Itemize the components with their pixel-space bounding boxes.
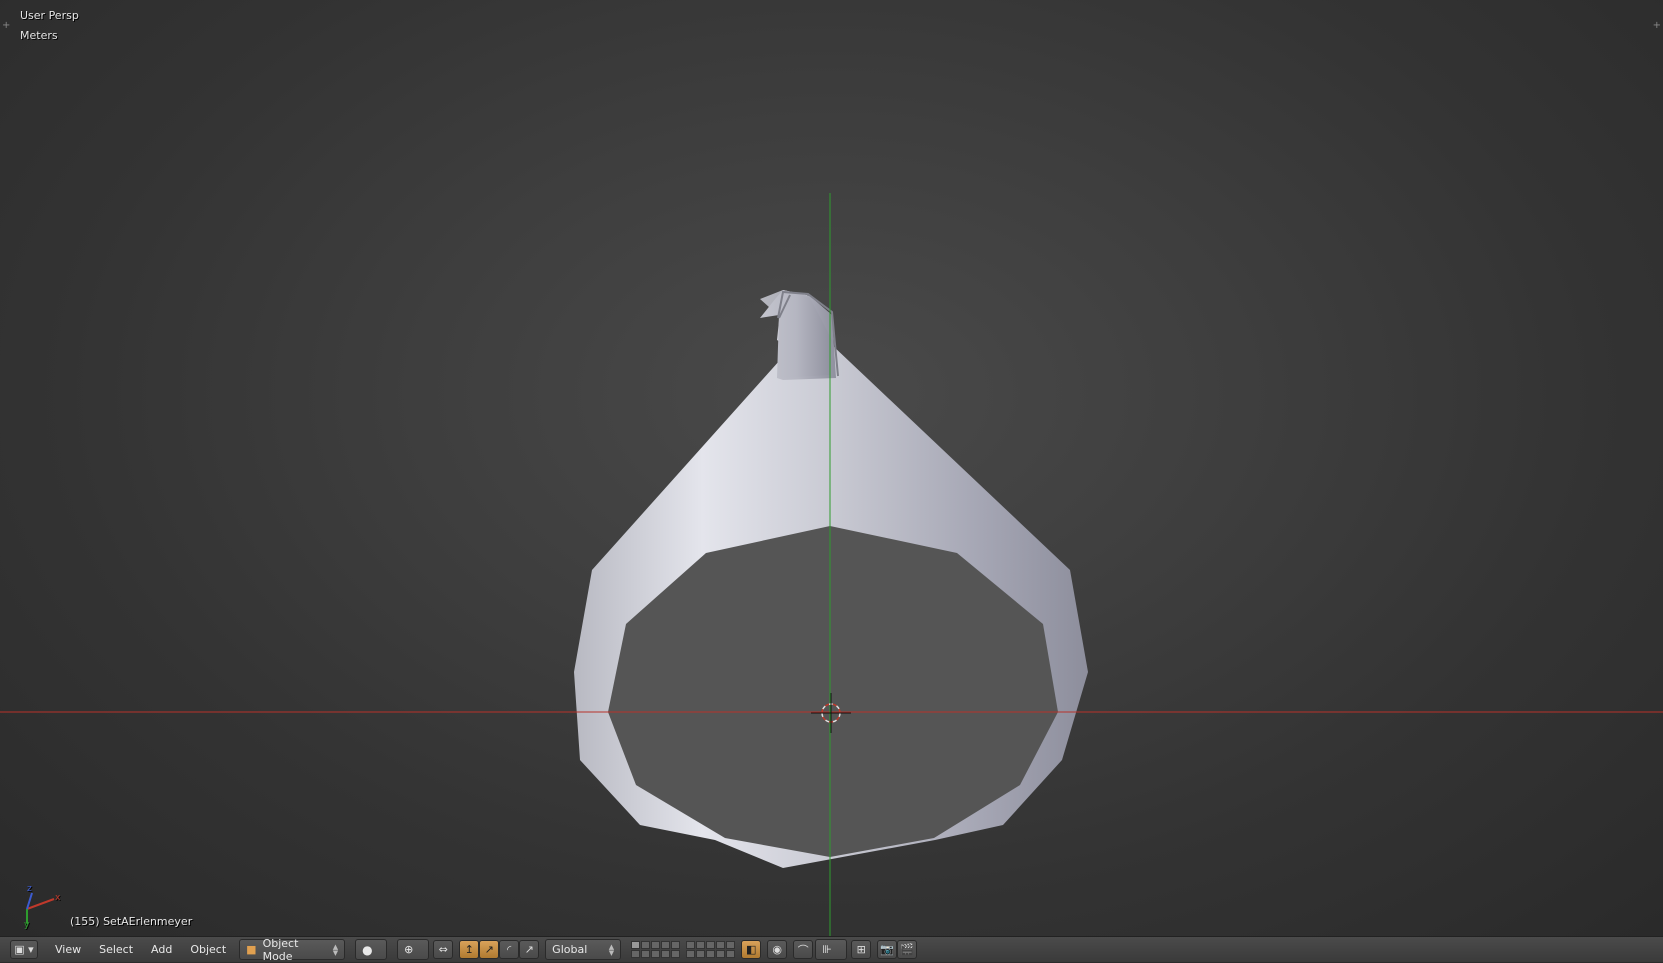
proportional-edit-button[interactable]: ◉ [767, 940, 788, 959]
axis-gizmo [26, 892, 55, 924]
snap-target-icon: ⊞ [856, 943, 866, 956]
orientation-label: Global [552, 943, 588, 956]
gizmo-x-label: x [55, 893, 61, 903]
snap-target-button[interactable]: ⊞ [851, 940, 872, 959]
menu-add[interactable]: Add [142, 940, 181, 960]
viewport-scene[interactable] [0, 0, 1663, 936]
active-object-info: (155) SetAErlenmeyer [70, 915, 193, 928]
rotate-manipulator-icon: ◜ [507, 943, 512, 956]
gizmo-y-label: y [24, 920, 30, 930]
render-icon: 📷 [880, 943, 895, 956]
render-anim-button[interactable]: 🎬 [897, 940, 918, 959]
snap-element-icon: ⊪ [822, 943, 832, 956]
translate-icon: ↥ [464, 943, 474, 956]
mode-label: Object Mode [262, 936, 299, 963]
viewport-header: ▣ ▾ View Select Add Object ■ Object Mode… [0, 936, 1663, 963]
editor-type-button[interactable]: ▣ ▾ [10, 940, 38, 960]
updown-icon: ▲ ▼ [332, 942, 339, 957]
view-perspective-label: User Persp [20, 9, 79, 22]
snap-icon: ⌒ [797, 943, 809, 957]
layer-grid-2[interactable] [686, 941, 736, 958]
lock-icon: ◧ [745, 943, 757, 956]
area-split-corner-icon[interactable]: + [1653, 20, 1661, 31]
units-label: Meters [20, 29, 58, 42]
menu-view[interactable]: View [46, 940, 90, 960]
updown-icon: ▲ ▼ [608, 942, 615, 957]
translate-button[interactable]: ↥ [459, 940, 480, 959]
menu-select[interactable]: Select [90, 940, 142, 960]
3d-viewport[interactable]: User Persp Meters (155) SetAErlenmeyer x… [0, 0, 1663, 936]
gizmo-z-label: z [27, 884, 32, 894]
snap-toggle[interactable]: ⌒ [793, 940, 814, 959]
mode-dropdown[interactable]: ■ Object Mode ▲ ▼ [239, 936, 346, 963]
viewport-shading-dropdown[interactable]: ● [355, 939, 388, 960]
lock-layers-button[interactable]: ◧ [741, 940, 762, 959]
render-anim-icon: 🎬 [900, 943, 915, 956]
rotate-button[interactable]: ↗ [479, 940, 500, 959]
pivot-dropdown[interactable]: ⊕ [397, 939, 430, 960]
snap-element-dropdown[interactable]: ⊪ [815, 939, 848, 960]
scale-icon: ↗ [524, 943, 534, 956]
area-split-corner-icon[interactable]: + [2, 20, 10, 31]
layer-grid-1[interactable] [631, 941, 681, 958]
object-mode-icon: ■ [246, 943, 257, 956]
transform-orientation-dropdown[interactable]: Global ▲ ▼ [545, 939, 622, 960]
editor-type-icon: ▣ ▾ [10, 940, 38, 959]
proportional-edit-icon: ◉ [772, 943, 782, 956]
manipulator-toggle[interactable]: ⇔ [433, 940, 454, 959]
menu-object[interactable]: Object [181, 940, 235, 960]
rotate-icon: ↗ [484, 943, 494, 956]
render-button[interactable]: 📷 [877, 940, 898, 959]
rotate-manipulator-button[interactable]: ◜ [499, 940, 520, 959]
viewport-shading-icon: ● [362, 942, 373, 957]
scale-button[interactable]: ↗ [519, 940, 540, 959]
manipulator-icon: ⇔ [438, 943, 448, 956]
pivot-icon: ⊕ [404, 943, 414, 956]
